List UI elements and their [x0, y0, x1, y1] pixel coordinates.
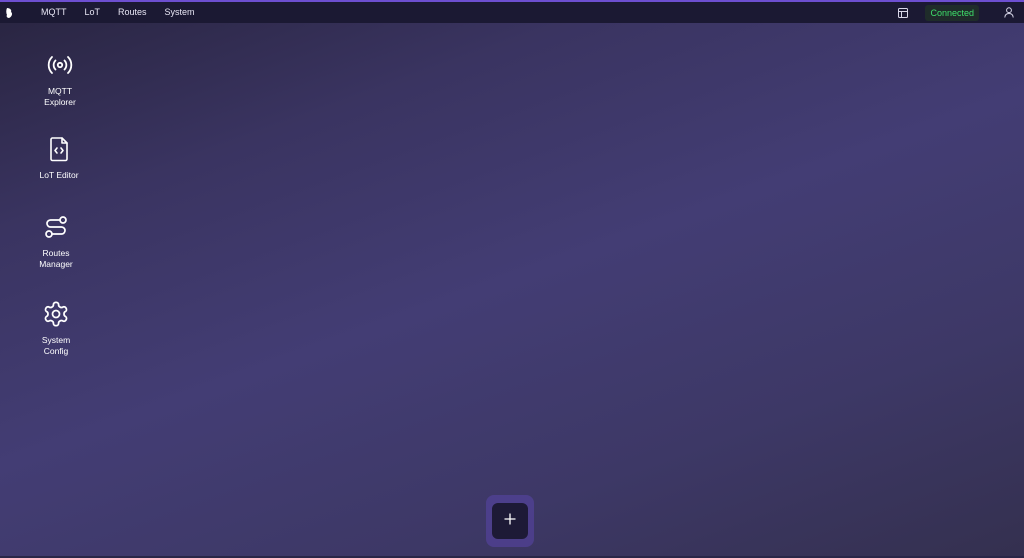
desktop-icon-label: System Config — [41, 335, 71, 356]
desktop-icon-label: MQTT Explorer — [44, 86, 76, 107]
desktop-icon-mqtt-explorer[interactable]: MQTT Explorer — [20, 50, 100, 108]
gear-icon — [41, 299, 71, 329]
broadcast-icon — [45, 50, 75, 80]
desktop-icon-lot-editor[interactable]: LoT Editor — [19, 134, 99, 181]
menu-item-routes[interactable]: Routes — [109, 2, 156, 23]
top-bar: MQTT LoT Routes System Connected — [0, 0, 1024, 23]
desktop-icon-routes-manager[interactable]: Routes Manager — [16, 212, 96, 270]
menu-item-mqtt[interactable]: MQTT — [32, 2, 76, 23]
plus-icon — [504, 512, 516, 530]
route-icon — [41, 212, 71, 242]
desktop-icon-label: LoT Editor — [39, 170, 79, 180]
menu-item-system[interactable]: System — [156, 2, 204, 23]
add-button-container — [486, 495, 534, 547]
main-menu: MQTT LoT Routes System — [32, 2, 204, 23]
user-icon[interactable] — [1001, 5, 1017, 21]
add-button[interactable] — [492, 503, 528, 539]
menu-item-lot[interactable]: LoT — [76, 2, 110, 23]
code-file-icon — [44, 134, 74, 164]
topbar-right: Connected — [895, 2, 1024, 23]
desktop-icon-label: Routes Manager — [39, 248, 73, 269]
connection-status-badge: Connected — [925, 4, 979, 21]
layout-panel-icon[interactable] — [895, 5, 911, 21]
app-logo-icon[interactable] — [0, 2, 18, 23]
desktop-icon-system-config[interactable]: System Config — [16, 299, 96, 357]
